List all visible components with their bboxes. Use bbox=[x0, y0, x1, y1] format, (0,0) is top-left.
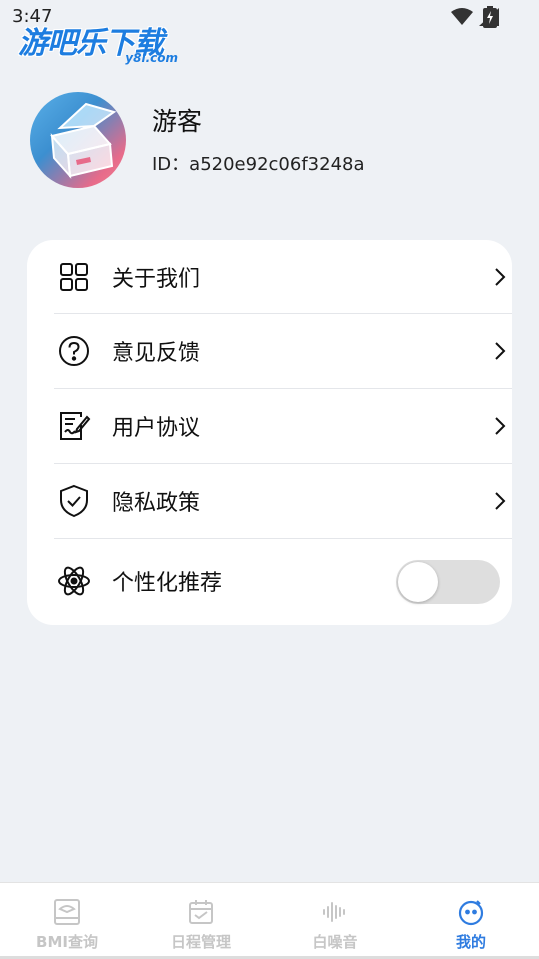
document-sign-icon bbox=[54, 406, 94, 446]
menu-item-label: 意见反馈 bbox=[112, 341, 201, 366]
bottom-tab-bar: BMI查询 日程管理 白噪音 我的 bbox=[0, 882, 539, 959]
chevron-right-icon bbox=[495, 492, 506, 510]
tab-mine[interactable]: 我的 bbox=[404, 883, 538, 959]
divider bbox=[54, 538, 512, 539]
toggle-knob bbox=[398, 562, 438, 602]
atom-icon bbox=[54, 561, 94, 601]
user-id: ID：a520e92c06f3248a bbox=[152, 154, 365, 175]
tab-label: 白噪音 bbox=[312, 933, 358, 951]
menu-item-label: 用户协议 bbox=[112, 416, 201, 441]
chevron-right-icon bbox=[495, 342, 506, 360]
face-icon bbox=[456, 897, 486, 927]
username: 游客 bbox=[152, 107, 203, 136]
grid-icon bbox=[54, 257, 94, 297]
box-icon bbox=[50, 102, 117, 179]
profile-section: 游客 ID：a520e92c06f3248a bbox=[30, 92, 510, 192]
wifi-icon bbox=[451, 8, 473, 25]
tab-label: 我的 bbox=[455, 933, 486, 951]
tab-schedule[interactable]: 日程管理 bbox=[134, 883, 268, 959]
scale-icon bbox=[52, 897, 82, 927]
tab-bmi[interactable]: BMI查询 bbox=[0, 883, 134, 959]
watermark-logo: 游吧乐下载 y8l.com bbox=[18, 18, 188, 68]
tab-label: 日程管理 bbox=[170, 933, 231, 951]
question-icon bbox=[54, 331, 94, 371]
chevron-right-icon bbox=[495, 417, 506, 435]
menu-item-privacy-policy[interactable]: 隐私政策 bbox=[54, 464, 512, 538]
shield-check-icon bbox=[54, 481, 94, 521]
tab-white-noise[interactable]: 白噪音 bbox=[268, 883, 402, 959]
personalized-recommend-toggle[interactable] bbox=[396, 560, 500, 604]
tab-label: BMI查询 bbox=[36, 933, 98, 951]
menu-item-user-agreement[interactable]: 用户协议 bbox=[54, 389, 512, 463]
calendar-icon bbox=[186, 897, 216, 927]
menu-item-about[interactable]: 关于我们 bbox=[54, 240, 512, 314]
chevron-right-icon bbox=[495, 268, 506, 286]
sound-wave-icon bbox=[320, 897, 350, 927]
watermark-subtitle: y8l.com bbox=[125, 51, 178, 65]
menu-item-feedback[interactable]: 意见反馈 bbox=[54, 314, 512, 388]
battery-icon bbox=[483, 6, 497, 28]
menu-item-label: 隐私政策 bbox=[112, 491, 201, 516]
avatar[interactable] bbox=[30, 92, 126, 188]
settings-card: 关于我们 意见反馈 用户协议 隐私政策 个性化推荐 bbox=[27, 240, 512, 625]
menu-item-label: 关于我们 bbox=[112, 267, 201, 292]
